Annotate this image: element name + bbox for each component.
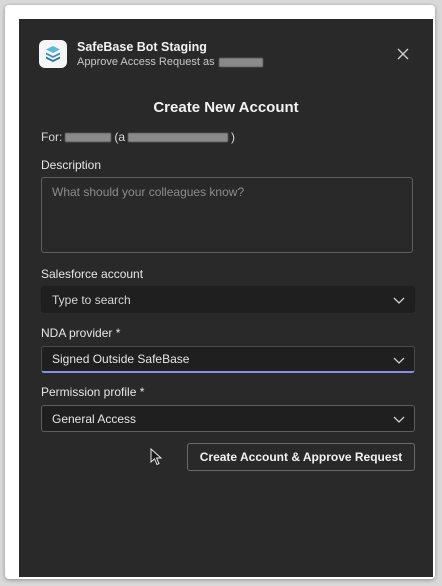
mouse-pointer-icon	[150, 448, 163, 466]
for-close-paren: )	[231, 130, 236, 144]
window-frame: SafeBase Bot Staging Approve Access Requ…	[5, 5, 435, 579]
permission-profile-value: General Access	[52, 411, 137, 426]
for-label: For:	[41, 130, 63, 144]
nda-provider-value: Signed Outside SafeBase	[52, 352, 190, 366]
chevron-down-icon	[393, 416, 405, 423]
nda-provider-select[interactable]: Signed Outside SafeBase	[41, 346, 415, 373]
salesforce-placeholder: Type to search	[52, 292, 131, 307]
dialog-title: Create New Account	[153, 99, 299, 116]
description-field[interactable]: What should your colleagues know?	[41, 177, 413, 253]
app-name: SafeBase Bot Staging	[77, 40, 207, 54]
redacted-username	[218, 57, 263, 67]
salesforce-account-select[interactable]: Type to search	[41, 286, 415, 313]
redacted-requester-name	[65, 132, 112, 142]
permission-profile-select[interactable]: General Access	[41, 405, 415, 432]
requester-line: For: (a )	[41, 130, 235, 144]
chevron-down-icon	[393, 297, 405, 304]
create-account-approve-button[interactable]: Create Account & Approve Request	[187, 443, 415, 471]
nda-provider-label: NDA provider *	[41, 326, 121, 340]
app-subtitle-text: Approve Access Request as	[77, 56, 215, 68]
permission-profile-label: Permission profile *	[41, 385, 145, 399]
redacted-requester-email	[128, 132, 229, 142]
description-label: Description	[41, 158, 102, 172]
for-open-paren: (a	[114, 130, 126, 144]
close-icon	[397, 48, 409, 60]
salesforce-label: Salesforce account	[41, 267, 144, 281]
description-placeholder: What should your colleagues know?	[52, 185, 245, 199]
chevron-down-icon	[393, 357, 405, 364]
close-button[interactable]	[393, 44, 413, 64]
create-account-dialog: SafeBase Bot Staging Approve Access Requ…	[19, 19, 433, 577]
safebase-logo-icon	[39, 40, 67, 68]
app-subtitle: Approve Access Request as	[77, 56, 263, 68]
